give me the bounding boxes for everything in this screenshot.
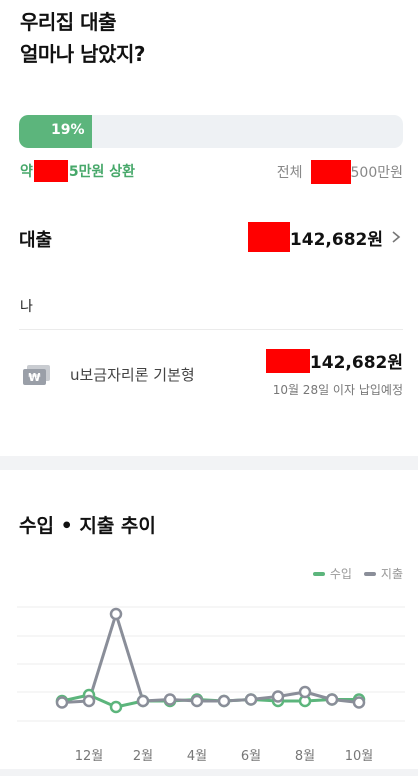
income-point	[109, 700, 123, 714]
product-due-date: 10월 28일 이자 납입예정	[272, 383, 403, 397]
x-tick-label: 6월	[241, 749, 261, 764]
total-suffix: 500만원	[350, 165, 403, 181]
won-card-icon: ₩	[23, 365, 50, 385]
redaction-box	[310, 160, 351, 184]
expense-point	[271, 690, 285, 703]
product-amount: 142,682원	[265, 348, 403, 373]
page-title: 우리집 대출 얼마나 남았지?	[20, 6, 145, 70]
expense-point	[325, 693, 339, 706]
divider	[19, 329, 403, 330]
product-name[interactable]: u보금자리론 기본형	[70, 364, 195, 385]
expense-point	[244, 693, 258, 706]
expense-point	[55, 696, 69, 709]
x-tick-label: 2월	[133, 749, 153, 764]
progress-percent: 19%	[51, 122, 85, 138]
title-line-1: 우리집 대출	[20, 10, 116, 34]
redaction-box	[247, 222, 290, 252]
income-expense-chart: 12월 2월 4월 6월 8월 10월	[17, 606, 405, 764]
x-tick-label: 8월	[295, 749, 315, 764]
owner-label: 나	[20, 299, 33, 315]
total-amount: 전체 500만원	[277, 160, 403, 184]
expense-point	[136, 694, 150, 708]
expense-point	[190, 694, 204, 708]
title-line-2: 얼마나 남았지?	[20, 42, 145, 66]
loan-section-label: 대출	[19, 230, 53, 251]
expense-point	[352, 696, 366, 709]
expense-point	[298, 685, 312, 699]
expense-point	[163, 693, 177, 706]
series-line-expense	[61, 612, 360, 704]
x-tick-label: 4월	[187, 749, 207, 764]
repaid-suffix: 5만원 상환	[68, 164, 136, 180]
expense-point	[217, 694, 231, 708]
legend-expense: 지출	[363, 565, 403, 582]
x-tick-label: 10월	[345, 749, 374, 764]
bottom-strip	[0, 769, 418, 776]
chevron-right-icon	[392, 231, 401, 243]
expense-point	[82, 694, 96, 708]
section-separator	[0, 456, 418, 470]
expense-point	[109, 607, 123, 621]
loan-amount-link[interactable]: 142,682원	[247, 222, 403, 252]
total-prefix: 전체	[276, 165, 303, 181]
redaction-box	[33, 160, 68, 182]
redaction-box	[265, 348, 310, 373]
svg-text:₩: ₩	[28, 371, 40, 384]
repaid-prefix: 약	[20, 164, 33, 180]
loan-amount-value: 142,682원	[289, 229, 383, 250]
chart-legend: 수입 지출	[312, 565, 403, 582]
legend-income: 수입	[312, 565, 352, 582]
repayment-progress-bar: 19%	[19, 115, 403, 148]
chart-title: 수입 • 지출 추이	[19, 515, 156, 537]
repaid-amount: 약 5만원 상환	[20, 160, 135, 182]
product-amount-value: 142,682원	[309, 353, 403, 373]
x-tick-label: 12월	[75, 749, 104, 764]
